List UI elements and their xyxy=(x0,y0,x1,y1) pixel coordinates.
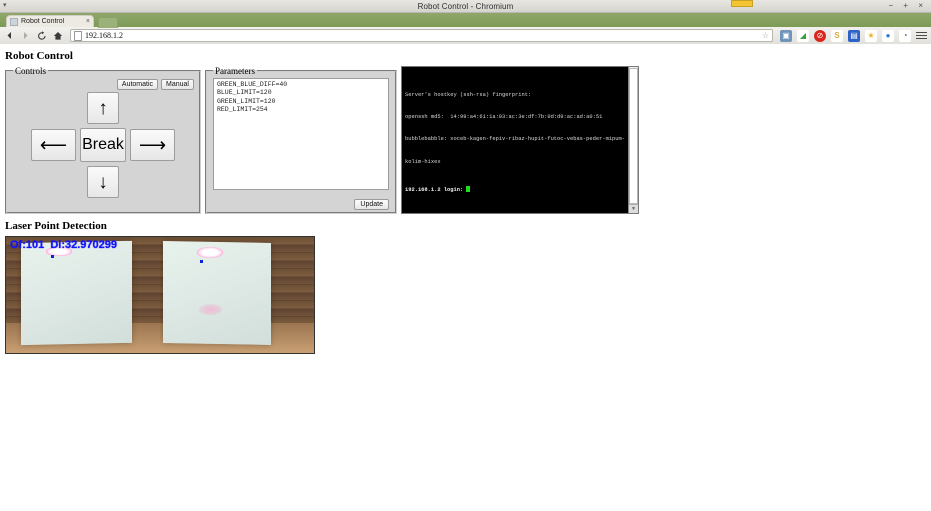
terminal-lines: MindTerm home: /home/user/.mindterm/ SSH… xyxy=(405,67,625,209)
update-button[interactable]: Update xyxy=(354,199,389,210)
chrome-menu-icon[interactable] xyxy=(916,30,927,41)
page-info-icon xyxy=(74,30,82,41)
taskbar-chip xyxy=(731,0,753,7)
new-tab-button[interactable] xyxy=(98,17,118,28)
page-content: Robot Control Controls Automatic Manual … xyxy=(0,44,931,511)
camera-view-right xyxy=(160,237,314,353)
dpad: ↑ ⟵ Break ⟶ ↓ xyxy=(13,92,193,198)
camera-view-left xyxy=(6,237,160,353)
close-icon[interactable]: × xyxy=(86,18,90,25)
dpad-middle-row: ⟵ Break ⟶ xyxy=(31,128,175,162)
scrollbar-thumb[interactable] xyxy=(629,68,638,204)
screenshot-extension-icon[interactable]: ▣ xyxy=(780,29,792,42)
window-title: Robot Control - Chromium xyxy=(417,1,514,11)
terminal-line: Server's hostkey (ssh-rsa) fingerprint: xyxy=(405,91,532,98)
panels-row: Controls Automatic Manual ↑ ⟵ Break ⟶ ↓ xyxy=(0,66,931,214)
detected-point-marker xyxy=(200,260,204,264)
window-system-menu-icon[interactable]: ▾ xyxy=(3,2,7,10)
laser-reflection-blob xyxy=(198,304,222,315)
navigation-toolbar: 192.168.1.2 ☆ ▣ ◢ ⊘ S ▤ ★ ● ◔ xyxy=(0,27,931,45)
scroll-down-arrow-icon[interactable]: ▼ xyxy=(629,204,638,213)
controls-legend: Controls xyxy=(15,66,47,76)
parameters-legend: Parameters xyxy=(215,66,255,76)
bookmark-star-icon[interactable]: ☆ xyxy=(762,31,769,40)
tab-robot-control[interactable]: Robot Control × xyxy=(6,15,94,27)
terminal-line: bubblebabble: xoceb-kagen-fepiv-ribaz-hu… xyxy=(405,136,625,143)
move-left-button[interactable]: ⟵ xyxy=(31,129,76,161)
terminal-cursor xyxy=(466,185,471,192)
page-favicon xyxy=(10,17,18,26)
target-panel xyxy=(21,240,133,345)
reload-icon[interactable] xyxy=(36,30,47,41)
window-buttons[interactable]: − + × xyxy=(889,1,927,10)
forward-arrow-icon xyxy=(20,30,31,41)
green-flag-extension-icon[interactable]: ◢ xyxy=(797,29,809,42)
address-bar[interactable]: 192.168.1.2 ☆ xyxy=(70,29,773,42)
tab-strip: Robot Control × xyxy=(0,13,931,28)
globe-extension-icon[interactable]: ● xyxy=(882,29,894,42)
home-icon[interactable] xyxy=(52,30,63,41)
parameters-actions: Update xyxy=(213,199,389,210)
laser-detection-image: Of:101 Di:32.970299 xyxy=(5,236,315,354)
terminal-output[interactable]: MindTerm home: /home/user/.mindterm/ SSH… xyxy=(402,67,628,213)
terminal-line: openssh md5: 14:99:a4:61:1a:03:ac:3e:df:… xyxy=(405,114,603,121)
controls-panel: Controls Automatic Manual ↑ ⟵ Break ⟶ ↓ xyxy=(5,66,201,214)
adblock-extension-icon[interactable]: ⊘ xyxy=(814,29,826,42)
move-up-button[interactable]: ↑ xyxy=(87,92,119,124)
break-button[interactable]: Break xyxy=(80,128,126,162)
clock-extension-icon[interactable]: ◔ xyxy=(899,29,911,42)
move-right-button[interactable]: ⟶ xyxy=(130,129,175,161)
terminal-prompt: 192.168.1.2 login: xyxy=(405,186,467,193)
browser-window: ▾ Robot Control - Chromium − + × Robot C… xyxy=(0,0,931,511)
parameters-textarea[interactable] xyxy=(213,78,389,190)
ssh-terminal-applet[interactable]: MindTerm home: /home/user/.mindterm/ SSH… xyxy=(401,66,639,214)
move-down-button[interactable]: ↓ xyxy=(87,166,119,198)
tab-title: Robot Control xyxy=(21,18,65,25)
terminal-line: kolim-hixex xyxy=(405,158,441,165)
laser-overlay-text: Of:101 Di:32.970299 xyxy=(10,239,118,251)
automatic-mode-button[interactable]: Automatic xyxy=(116,79,159,90)
s-extension-icon[interactable]: S xyxy=(831,29,843,42)
mode-button-group: Automatic Manual xyxy=(116,79,194,90)
blue-book-extension-icon[interactable]: ▤ xyxy=(848,29,860,42)
star-extension-icon[interactable]: ★ xyxy=(865,29,877,42)
terminal-scrollbar[interactable]: ▼ xyxy=(628,67,638,213)
terminal-prompt-row: 192.168.1.2 login: xyxy=(405,185,625,194)
detected-point-marker xyxy=(50,254,54,258)
laser-blob xyxy=(196,247,224,258)
laser-section-title: Laser Point Detection xyxy=(5,220,107,232)
page-title: Robot Control xyxy=(5,50,73,62)
parameters-panel: Parameters Update xyxy=(205,66,397,214)
window-titlebar: ▾ Robot Control - Chromium − + × xyxy=(0,0,931,13)
manual-mode-button[interactable]: Manual xyxy=(161,79,194,90)
back-arrow-icon[interactable] xyxy=(4,30,15,41)
url-text: 192.168.1.2 xyxy=(85,31,123,40)
